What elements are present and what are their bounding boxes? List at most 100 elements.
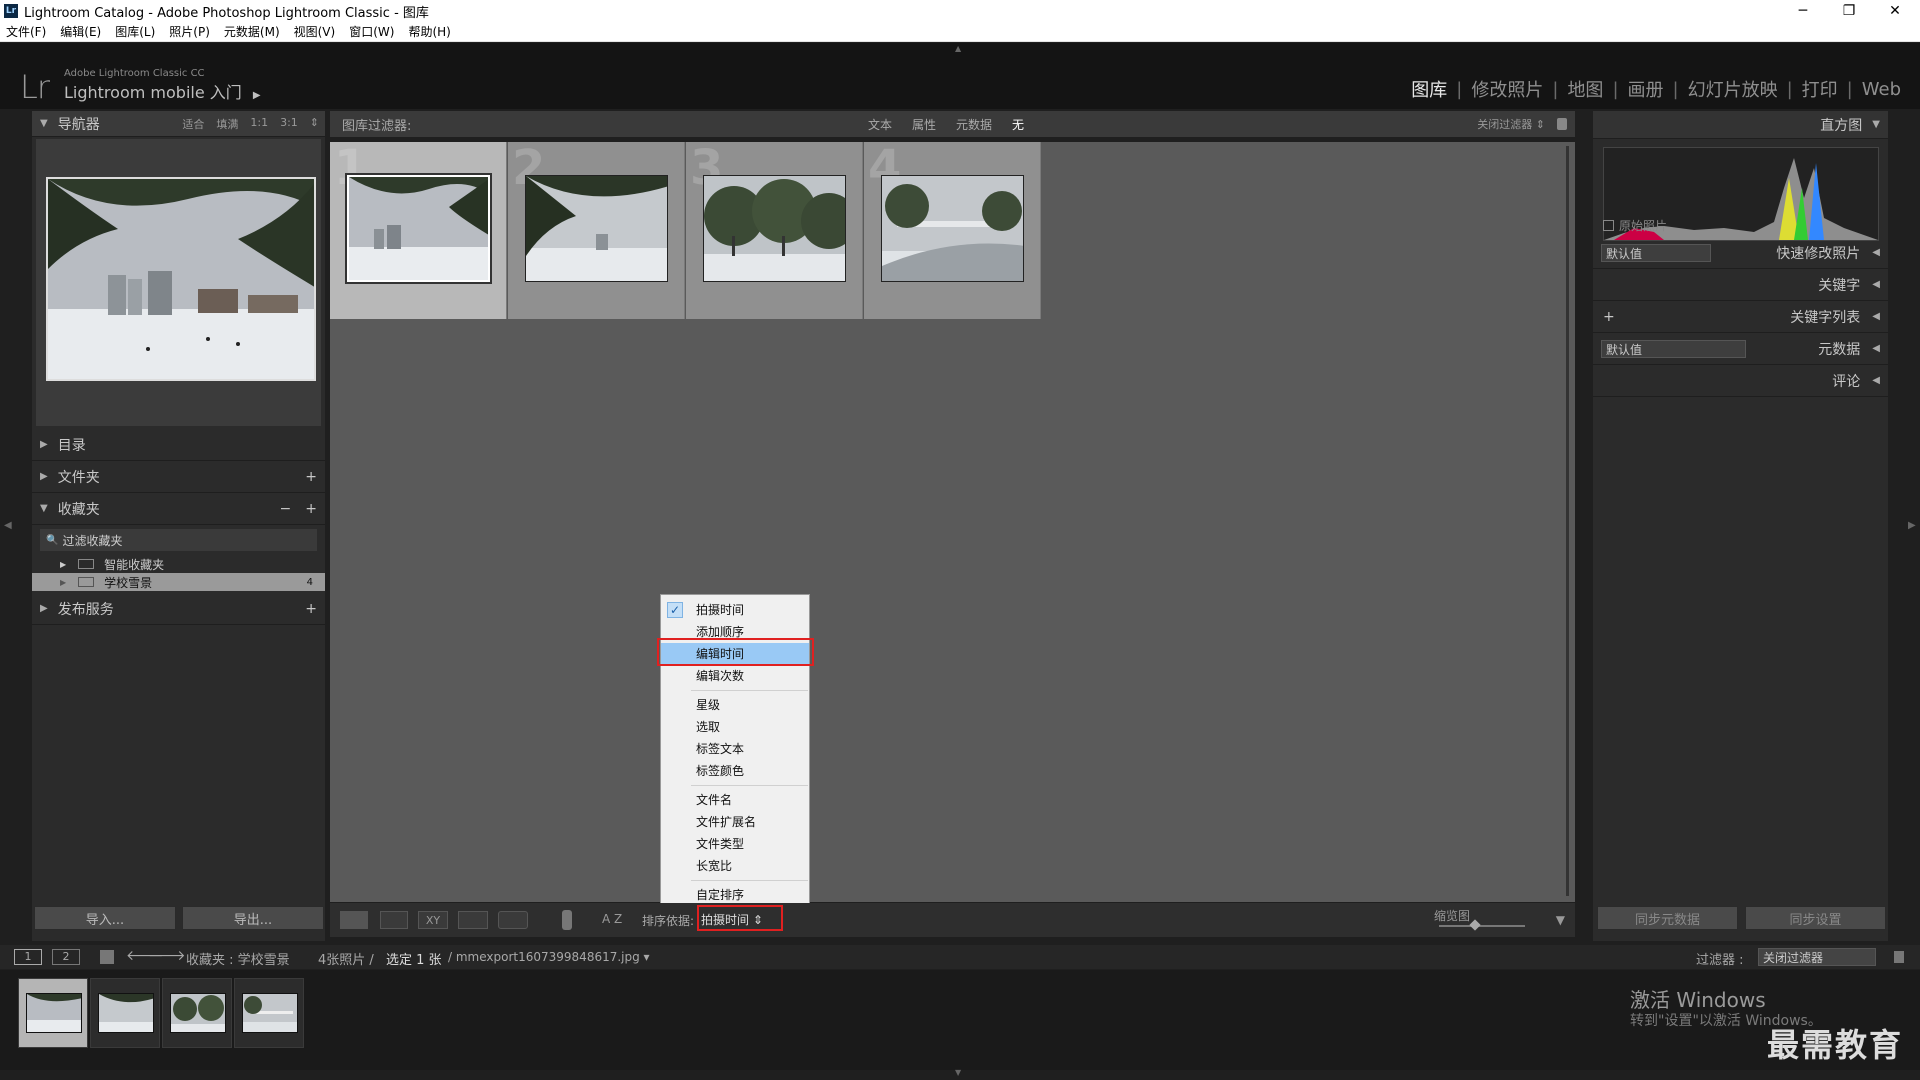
sync-settings-button[interactable]: 同步设置 <box>1745 906 1886 930</box>
menu-metadata[interactable]: 元数据(M) <box>224 23 280 40</box>
filter-tab-none[interactable]: 无 <box>1012 116 1024 133</box>
filmstrip-thumbnail[interactable] <box>90 978 160 1048</box>
module-web[interactable]: Web <box>1853 79 1910 100</box>
publish-header[interactable]: ▶ 发布服务 + <box>32 593 325 625</box>
forward-arrow-icon[interactable]: 🡒 <box>148 947 186 964</box>
minimize-button[interactable]: ─ <box>1780 0 1826 22</box>
maximize-button[interactable]: ❐ <box>1826 0 1872 22</box>
grid-cell[interactable]: 3 <box>686 140 863 319</box>
folders-header[interactable]: ▶ 文件夹 + <box>32 461 325 493</box>
module-book[interactable]: 画册 <box>1619 76 1673 102</box>
zoom-fill[interactable]: 填满 <box>216 116 238 132</box>
sort-option-pick[interactable]: 选取 <box>661 716 809 738</box>
photo-thumbnail[interactable] <box>703 175 846 282</box>
sort-option-capture-time[interactable]: ✓ 拍摄时间 <box>661 599 809 621</box>
filter-tab-attribute[interactable]: 属性 <box>912 116 936 133</box>
identity-line2[interactable]: Lightroom mobile 入门 ▶ <box>64 79 261 103</box>
zoom-fit[interactable]: 适合 <box>182 116 204 132</box>
quick-develop-header[interactable]: 默认值 快速修改照片 ◀ <box>1593 237 1888 269</box>
add-folder-button[interactable]: + <box>305 469 325 485</box>
photo-thumbnail[interactable] <box>525 175 668 282</box>
menu-library[interactable]: 图库(L) <box>115 23 155 40</box>
add-keyword-button[interactable]: + <box>1603 309 1615 325</box>
filter-tab-text[interactable]: 文本 <box>868 116 892 133</box>
lock-icon[interactable] <box>1894 951 1904 963</box>
close-button[interactable]: ✕ <box>1872 0 1918 22</box>
module-slideshow[interactable]: 幻灯片放映 <box>1679 76 1787 102</box>
selected-filename[interactable]: / mmexport1607399848617.jpg ▾ <box>448 950 650 964</box>
school-snow-collection[interactable]: ▶ 学校雪景 4 <box>32 573 325 591</box>
filter-collections-input[interactable]: 🔍 过滤收藏夹 <box>40 529 317 551</box>
menu-edit[interactable]: 编辑(E) <box>60 23 101 40</box>
keyword-list-header[interactable]: + 关键字列表 ◀ <box>1593 301 1888 333</box>
toolbar-menu-icon[interactable]: ▼ <box>1556 913 1565 927</box>
sort-option-label-color[interactable]: 标签颜色 <box>661 760 809 782</box>
add-publish-button[interactable]: + <box>305 601 325 617</box>
filter-preset-dropdown[interactable]: 关闭过滤器 ⇕ <box>1477 116 1545 132</box>
collapse-right-icon[interactable]: ▶ <box>1908 520 1916 531</box>
filmstrip-source[interactable]: 收藏夹 : 学校雪景 <box>186 949 290 968</box>
comments-header[interactable]: 评论 ◀ <box>1593 365 1888 397</box>
histogram-header[interactable]: 直方图 ▼ <box>1593 111 1888 139</box>
loupe-view-icon[interactable] <box>380 911 408 929</box>
add-collection-button[interactable]: + <box>305 501 325 517</box>
zoom-3-1[interactable]: 3:1 <box>280 116 298 132</box>
painter-icon[interactable] <box>562 910 572 930</box>
quick-develop-preset-dropdown[interactable]: 默认值 <box>1601 244 1711 262</box>
grid-cell[interactable]: 1 <box>330 140 507 319</box>
original-photo-toggle[interactable]: 原始照片 <box>1603 217 1667 234</box>
smart-collections-item[interactable]: ▶ 智能收藏夹 <box>32 555 325 573</box>
filmstrip-filter-dropdown[interactable]: 关闭过滤器 <box>1758 948 1876 966</box>
menu-help[interactable]: 帮助(H) <box>408 23 450 40</box>
zoom-1-1[interactable]: 1:1 <box>250 116 268 132</box>
module-develop[interactable]: 修改照片 <box>1462 76 1552 102</box>
filmstrip-thumbnail[interactable] <box>18 978 88 1048</box>
navigator-preview-image[interactable] <box>46 177 316 381</box>
grid-scrollbar[interactable] <box>1566 146 1569 896</box>
catalog-header[interactable]: ▶ 目录 <box>32 429 325 461</box>
photo-thumbnail[interactable] <box>881 175 1024 282</box>
grid-cell[interactable]: 2 <box>508 140 685 319</box>
keywording-header[interactable]: 关键字 ◀ <box>1593 269 1888 301</box>
people-view-icon[interactable] <box>498 911 528 929</box>
metadata-preset-dropdown[interactable]: 默认值 <box>1601 340 1746 358</box>
secondary-screen-button[interactable]: 2 <box>52 949 80 965</box>
filmstrip-thumbnail[interactable] <box>162 978 232 1048</box>
filter-tab-metadata[interactable]: 元数据 <box>956 116 992 133</box>
sort-option-file-type[interactable]: 文件类型 <box>661 833 809 855</box>
survey-view-icon[interactable] <box>458 911 488 929</box>
thumbnail-size-slider[interactable] <box>1439 925 1525 927</box>
menu-photo[interactable]: 照片(P) <box>169 23 210 40</box>
filmstrip-thumbnail[interactable] <box>234 978 304 1048</box>
sort-option-file-name[interactable]: 文件名 <box>661 789 809 811</box>
sort-option-label-text[interactable]: 标签文本 <box>661 738 809 760</box>
collapse-top-icon[interactable]: ▲ <box>955 44 965 53</box>
grid-cell[interactable]: 4 <box>864 140 1041 319</box>
module-print[interactable]: 打印 <box>1793 76 1847 102</box>
sort-option-file-extension[interactable]: 文件扩展名 <box>661 811 809 833</box>
export-button[interactable]: 导出... <box>182 906 324 930</box>
sort-direction-icon[interactable]: A Z <box>602 912 622 926</box>
sort-option-aspect-ratio[interactable]: 长宽比 <box>661 855 809 877</box>
menu-window[interactable]: 窗口(W) <box>349 23 394 40</box>
remove-collection-button[interactable]: − <box>280 501 306 517</box>
slider-thumb[interactable] <box>1469 919 1481 931</box>
menu-view[interactable]: 视图(V) <box>294 23 336 40</box>
collapse-bottom-icon[interactable]: ▼ <box>955 1068 961 1077</box>
sort-option-rating[interactable]: 星级 <box>661 694 809 716</box>
sync-metadata-button[interactable]: 同步元数据 <box>1597 906 1738 930</box>
lock-icon[interactable] <box>1557 118 1567 130</box>
metadata-header[interactable]: 默认值 元数据 ◀ <box>1593 333 1888 365</box>
grid-icon[interactable] <box>100 950 114 964</box>
menu-file[interactable]: 文件(F) <box>6 23 46 40</box>
photo-thumbnail[interactable] <box>347 175 490 282</box>
sort-option-edit-count[interactable]: 编辑次数 <box>661 665 809 687</box>
zoom-dropdown-icon[interactable]: ⇕ <box>310 116 319 132</box>
collections-header[interactable]: ▼ 收藏夹 − + <box>32 493 325 525</box>
module-library[interactable]: 图库 <box>1402 76 1456 102</box>
compare-view-icon[interactable]: XY <box>418 911 448 929</box>
grid-view-icon[interactable] <box>340 911 368 929</box>
checkbox-icon[interactable] <box>1603 220 1614 231</box>
collapse-left-icon[interactable]: ◀ <box>4 520 12 531</box>
navigator-header[interactable]: ▼ 导航器 适合 填满 1:1 3:1 ⇕ <box>32 111 325 137</box>
